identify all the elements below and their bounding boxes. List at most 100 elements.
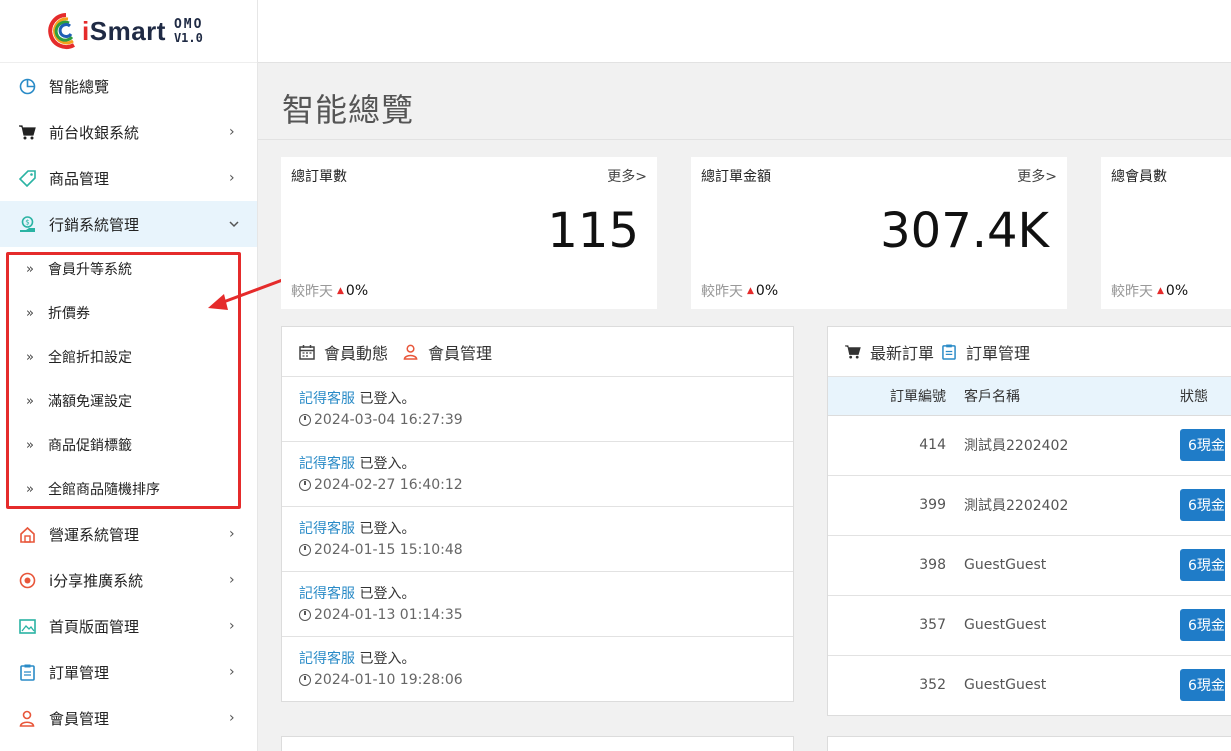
clock-icon bbox=[299, 479, 311, 491]
more-link[interactable]: 更多> bbox=[607, 166, 647, 186]
table-row[interactable]: 398 GuestGuest 6現金 bbox=[828, 535, 1231, 596]
submenu-item-coupons[interactable]: » 折價券 bbox=[0, 291, 257, 335]
double-chevron-icon: » bbox=[26, 349, 34, 365]
stat-value: 307.4K bbox=[880, 203, 1049, 259]
brand-logo[interactable]: iSmart OMO V1.0 bbox=[0, 0, 257, 63]
top-bar bbox=[258, 0, 1231, 63]
user-icon bbox=[18, 709, 36, 727]
triangle-up-icon: ▲ bbox=[337, 286, 344, 296]
activity-item: 記得客服 已登入。 2024-01-10 19:28:06 bbox=[299, 651, 463, 688]
triangle-up-icon: ▲ bbox=[1157, 286, 1164, 296]
sidebar-item-products[interactable]: 商品管理 › bbox=[0, 155, 257, 201]
table-row[interactable]: 414 測試員2202402 6現金 bbox=[828, 415, 1231, 476]
stat-change: 較昨天 ▲ 0% bbox=[701, 283, 779, 300]
status-badge: 6現金 bbox=[1180, 609, 1225, 641]
pie-chart-icon bbox=[18, 77, 36, 95]
sidebar: iSmart OMO V1.0 智能總覽 前台收銀系統 › 商品管理 › $ 行… bbox=[0, 0, 258, 751]
activity-user-link[interactable]: 記得客服 bbox=[299, 586, 355, 602]
table-row[interactable]: 352 GuestGuest 6現金 bbox=[828, 655, 1231, 715]
stat-change: 較昨天 ▲ 0% bbox=[1111, 283, 1189, 300]
page-title: 智能總覽 bbox=[282, 91, 415, 129]
tag-icon bbox=[18, 169, 36, 187]
clock-icon bbox=[299, 414, 311, 426]
member-activity-panel: 會員動態 會員管理 記得客服 已登入。 2024-03-04 16:27:39 … bbox=[281, 326, 794, 702]
latest-orders-panel: 最新訂單 訂單管理 訂單編號 客戶名稱 狀態 414 測試員2202402 6現… bbox=[827, 326, 1231, 716]
sidebar-item-homepage[interactable]: 首頁版面管理 › bbox=[0, 603, 257, 649]
activity-item: 記得客服 已登入。 2024-03-04 16:27:39 bbox=[282, 377, 793, 442]
svg-text:$: $ bbox=[25, 218, 29, 226]
more-link[interactable]: 更多> bbox=[1017, 166, 1057, 186]
logo-mark-icon bbox=[44, 11, 80, 51]
chevron-right-icon: › bbox=[229, 526, 235, 542]
chevron-right-icon: › bbox=[229, 170, 235, 186]
activity-user-link[interactable]: 記得客服 bbox=[299, 456, 355, 472]
column-header-status[interactable]: 狀態 bbox=[1180, 377, 1231, 416]
bottom-panel-right bbox=[827, 736, 1231, 751]
stat-card-total-members: 總會員數 較昨天 ▲ 0% bbox=[1101, 157, 1231, 309]
image-icon bbox=[18, 617, 36, 635]
double-chevron-icon: » bbox=[26, 437, 34, 453]
chevron-right-icon: › bbox=[229, 618, 235, 634]
order-management-link[interactable]: 訂單管理 bbox=[966, 340, 1030, 364]
user-icon bbox=[402, 343, 420, 361]
sidebar-item-marketing[interactable]: $ 行銷系統管理 bbox=[0, 201, 257, 247]
submenu-item-store-discount[interactable]: » 全館折扣設定 bbox=[0, 335, 257, 379]
double-chevron-icon: » bbox=[26, 261, 34, 277]
status-badge: 6現金 bbox=[1180, 669, 1225, 701]
calendar-icon bbox=[298, 343, 316, 361]
table-row[interactable]: 399 測試員2202402 6現金 bbox=[828, 475, 1231, 536]
chevron-down-icon bbox=[229, 216, 239, 232]
panel-header: 最新訂單 訂單管理 bbox=[828, 327, 1231, 377]
money-hand-icon: $ bbox=[18, 215, 36, 233]
submenu-item-promo-tags[interactable]: » 商品促銷標籤 bbox=[0, 423, 257, 467]
column-header-customer[interactable]: 客戶名稱 bbox=[958, 377, 1180, 416]
triangle-up-icon: ▲ bbox=[747, 286, 754, 296]
clipboard-icon bbox=[18, 663, 36, 681]
chevron-right-icon: › bbox=[229, 664, 235, 680]
member-management-link[interactable]: 會員管理 bbox=[428, 340, 492, 364]
activity-user-link[interactable]: 記得客服 bbox=[299, 391, 355, 407]
orders-table: 訂單編號 客戶名稱 狀態 414 測試員2202402 6現金 399 測試員2… bbox=[828, 377, 1231, 715]
activity-user-link[interactable]: 記得客服 bbox=[299, 651, 355, 667]
bottom-panel-left bbox=[281, 736, 794, 751]
chevron-right-icon: › bbox=[229, 710, 235, 726]
submenu-item-member-upgrade[interactable]: » 會員升等系統 bbox=[0, 247, 257, 291]
clock-icon bbox=[299, 674, 311, 686]
column-header-order-id[interactable]: 訂單編號 bbox=[828, 377, 958, 416]
table-header-row: 訂單編號 客戶名稱 狀態 bbox=[828, 377, 1231, 416]
activity-item: 記得客服 已登入。 2024-01-13 01:14:35 bbox=[282, 572, 793, 637]
status-badge: 6現金 bbox=[1180, 489, 1225, 521]
sidebar-item-members[interactable]: 會員管理 › bbox=[0, 695, 257, 741]
stat-card-total-amount: 總訂單金額 更多> 307.4K 較昨天 ▲ 0% bbox=[691, 157, 1067, 309]
page-header: 智能總覽 bbox=[258, 63, 1231, 140]
sidebar-item-orders[interactable]: 訂單管理 › bbox=[0, 649, 257, 695]
submenu-item-random-sort[interactable]: » 全館商品隨機排序 bbox=[0, 467, 257, 511]
brand-version: OMO V1.0 bbox=[173, 16, 204, 45]
stat-value: 115 bbox=[547, 203, 639, 259]
double-chevron-icon: » bbox=[26, 305, 34, 321]
cart-icon bbox=[18, 123, 36, 141]
share-icon bbox=[18, 571, 36, 589]
panel-header: 會員動態 會員管理 bbox=[282, 327, 793, 377]
table-row[interactable]: 357 GuestGuest 6現金 bbox=[828, 595, 1231, 656]
sidebar-item-dashboard[interactable]: 智能總覽 bbox=[0, 63, 257, 109]
sidebar-item-pos[interactable]: 前台收銀系統 › bbox=[0, 109, 257, 155]
activity-item: 記得客服 已登入。 2024-02-27 16:40:12 bbox=[282, 442, 793, 507]
stat-card-total-orders: 總訂單數 更多> 115 較昨天 ▲ 0% bbox=[281, 157, 657, 309]
activity-user-link[interactable]: 記得客服 bbox=[299, 521, 355, 537]
submenu-item-free-shipping[interactable]: » 滿額免運設定 bbox=[0, 379, 257, 423]
clock-icon bbox=[299, 609, 311, 621]
status-badge: 6現金 bbox=[1180, 429, 1225, 461]
sidebar-menu: 智能總覽 前台收銀系統 › 商品管理 › $ 行銷系統管理 bbox=[0, 63, 257, 247]
stat-change: 較昨天 ▲ 0% bbox=[291, 283, 369, 300]
chevron-right-icon: › bbox=[229, 124, 235, 140]
cart-icon bbox=[844, 343, 862, 361]
building-icon bbox=[18, 525, 36, 543]
double-chevron-icon: » bbox=[26, 393, 34, 409]
chevron-right-icon: › bbox=[229, 572, 235, 588]
double-chevron-icon: » bbox=[26, 481, 34, 497]
clock-icon bbox=[299, 544, 311, 556]
activity-item: 記得客服 已登入。 2024-01-15 15:10:48 bbox=[282, 507, 793, 572]
sidebar-item-operations[interactable]: 營運系統管理 › bbox=[0, 511, 257, 557]
sidebar-item-share[interactable]: i分享推廣系統 › bbox=[0, 557, 257, 603]
